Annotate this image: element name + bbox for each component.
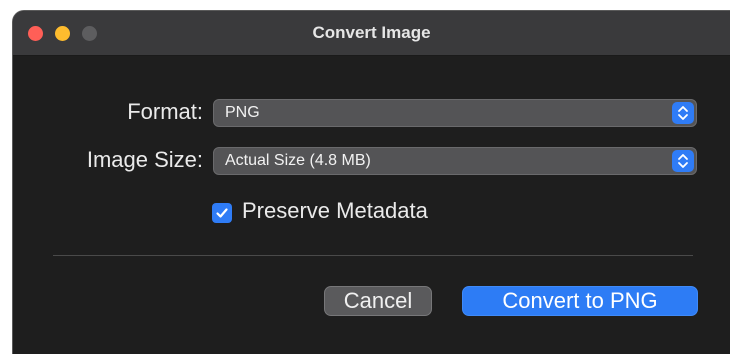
preserve-metadata-checkbox[interactable] [212,203,232,223]
image-size-label: Image Size: [86,147,203,172]
window-title: Convert Image [312,23,431,42]
convert-button[interactable]: Convert to PNG [462,286,698,316]
convert-image-dialog: Convert Image Format: PNG Image Size: Ac… [12,10,730,354]
format-select-value: PNG [225,104,260,121]
chevron-up-down-icon [672,150,694,172]
chevron-up-down-icon [672,102,694,124]
format-select[interactable]: PNG [213,99,697,127]
format-label: Format: [127,99,203,124]
preserve-metadata-label[interactable]: Preserve Metadata [242,198,428,224]
image-size-select-value: Actual Size (4.8 MB) [225,152,371,169]
cancel-button[interactable]: Cancel [324,286,432,316]
checkmark-icon [216,208,228,218]
divider [53,255,693,256]
image-size-select[interactable]: Actual Size (4.8 MB) [213,147,697,175]
title-bar: Convert Image [13,11,730,56]
